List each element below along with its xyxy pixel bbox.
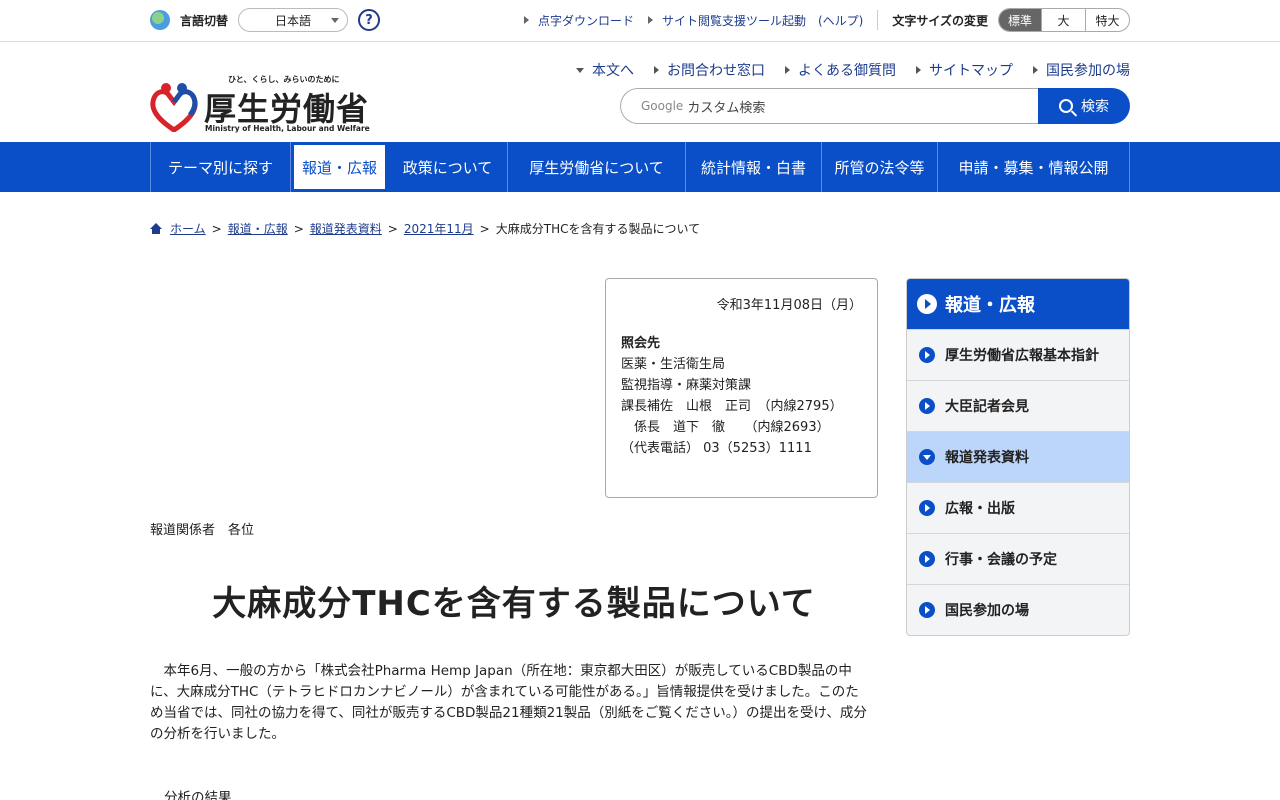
google-label: Google	[641, 99, 684, 113]
search-placeholder: カスタム検索	[687, 100, 766, 116]
breadcrumb-current: 大麻成分THCを含有する製品について	[495, 222, 701, 236]
mhlw-logo-icon	[150, 83, 198, 132]
nav-item-laws[interactable]: 所管の法令等	[822, 142, 938, 192]
breadcrumb: ホーム > 報道・広報 > 報道発表資料 > 2021年11月 > 大麻成分TH…	[150, 220, 700, 237]
arrow-right-icon	[654, 66, 659, 74]
language-select[interactable]: 日本語	[238, 8, 349, 32]
utility-links: 点字ダウンロード サイト閲覧支援ツール起動 (ヘルプ) 文字サイズの変更 標準 …	[510, 8, 1130, 32]
search-button[interactable]: 検索	[1038, 88, 1130, 124]
breadcrumb-month[interactable]: 2021年11月	[404, 220, 474, 237]
arrow-circle-down-icon	[919, 449, 935, 465]
search-button-label: 検索	[1081, 99, 1109, 115]
home-icon	[150, 223, 162, 234]
chevron-down-icon	[331, 18, 340, 23]
nav-item-about[interactable]: 厚生労働省について	[508, 142, 686, 192]
arrow-circle-icon	[919, 551, 935, 567]
body-paragraph: 本年6月、一般の方から「株式会社Pharma Hemp Japan（所在地：東京…	[150, 663, 867, 742]
addressee: 報道関係者 各位	[150, 523, 255, 538]
side-item-press-releases[interactable]: 報道発表資料	[907, 431, 1129, 482]
arrow-down-icon	[576, 67, 584, 73]
breadcrumb-home[interactable]: ホーム	[170, 220, 206, 237]
page-title: 大麻成分THCを含有する製品について	[212, 584, 816, 624]
side-menu: 報道・広報 厚生労働省広報基本指針 大臣記者会見 報道発表資料 広報・出版 行事…	[906, 278, 1130, 636]
search-icon	[1059, 99, 1073, 113]
arrow-circle-icon	[919, 347, 935, 363]
arrow-right-icon	[1033, 66, 1038, 74]
side-item-participation[interactable]: 国民参加の場	[907, 584, 1129, 635]
global-nav: テーマ別に探す 報道・広報 政策について 厚生労働省について 統計情報・白書 所…	[0, 142, 1280, 192]
header-link-main-content[interactable]: 本文へ	[576, 60, 634, 80]
nav-item-policy[interactable]: 政策について	[388, 142, 508, 192]
accessibility-tool-link[interactable]: サイト閲覧支援ツール起動	[647, 12, 806, 29]
font-size-switch: 標準 大 特大	[998, 8, 1130, 32]
header-link-sitemap[interactable]: サイトマップ	[916, 60, 1013, 80]
contact-line: 課長補佐 山根 正司 （内線2795）	[621, 399, 843, 414]
header-link-contact[interactable]: お問合わせ窓口	[654, 60, 765, 80]
language-select-value: 日本語	[275, 13, 312, 28]
side-item-events[interactable]: 行事・会議の予定	[907, 533, 1129, 584]
utility-bar: 言語切替 日本語 ? 点字ダウンロード サイト閲覧支援ツール起動 (ヘルプ) 文…	[0, 0, 1280, 42]
arrow-circle-icon	[919, 602, 935, 618]
header-links: 本文へ お問合わせ窓口 よくある御質問 サイトマップ 国民参加の場	[556, 60, 1130, 80]
header-link-participation[interactable]: 国民参加の場	[1033, 60, 1130, 80]
logo-english-name: Ministry of Health, Labour and Welfare	[205, 124, 370, 133]
nav-item-applications[interactable]: 申請・募集・情報公開	[938, 142, 1130, 192]
breadcrumb-press-releases[interactable]: 報道発表資料	[310, 220, 382, 237]
font-size-label: 文字サイズの変更	[892, 13, 988, 28]
help-icon[interactable]: ?	[358, 9, 381, 31]
font-size-xlarge-button[interactable]: 特大	[1085, 9, 1129, 31]
nav-item-statistics[interactable]: 統計情報・白書	[686, 142, 822, 192]
font-size-large-button[interactable]: 大	[1041, 9, 1085, 31]
contact-line: 係長 道下 徹 （内線2693）	[621, 420, 830, 435]
arrow-right-icon	[785, 66, 790, 74]
contact-line: 監視指導・麻薬対策課	[621, 378, 752, 393]
global-nav-inner: テーマ別に探す 報道・広報 政策について 厚生労働省について 統計情報・白書 所…	[150, 142, 1130, 192]
breadcrumb-separator: >	[211, 221, 222, 236]
arrow-circle-icon	[919, 500, 935, 516]
arrow-circle-icon	[919, 398, 935, 414]
globe-icon	[150, 10, 170, 30]
side-item-pr-guideline[interactable]: 厚生労働省広報基本指針	[907, 329, 1129, 380]
section-heading: 分析の結果	[164, 790, 232, 800]
braille-download-link[interactable]: 点字ダウンロード	[523, 12, 634, 29]
divider	[877, 10, 879, 30]
nav-item-press[interactable]: 報道・広報	[291, 142, 388, 192]
nav-item-themes[interactable]: テーマ別に探す	[151, 142, 291, 192]
breadcrumb-separator: >	[387, 221, 398, 236]
site-logo[interactable]: ひと、くらし、みらいのために 厚生労働省 Ministry of Health,…	[150, 74, 370, 134]
accessibility-help-link[interactable]: (ヘルプ)	[818, 12, 863, 29]
font-size-standard-button[interactable]: 標準	[999, 9, 1041, 31]
arrow-right-icon	[647, 16, 653, 24]
arrow-right-icon	[523, 16, 529, 24]
release-date: 令和3年11月08日（月）	[716, 298, 862, 313]
search-input[interactable]: Google カスタム検索	[620, 88, 1040, 124]
language-label: 言語切替	[180, 13, 229, 28]
utility-inner: 言語切替 日本語 ? 点字ダウンロード サイト閲覧支援ツール起動 (ヘルプ) 文…	[150, 0, 1130, 40]
header-link-faq[interactable]: よくある御質問	[785, 60, 896, 80]
arrow-circle-icon	[917, 294, 937, 314]
contact-heading: 照会先	[621, 336, 661, 351]
side-item-press-conference[interactable]: 大臣記者会見	[907, 380, 1129, 431]
breadcrumb-separator: >	[479, 221, 490, 236]
side-item-publications[interactable]: 広報・出版	[907, 482, 1129, 533]
contact-line: 医薬・生活衛生局	[621, 357, 726, 372]
side-menu-heading[interactable]: 報道・広報	[907, 279, 1129, 329]
contact-box: 令和3年11月08日（月） 照会先 医薬・生活衛生局 監視指導・麻薬対策課 課長…	[605, 278, 878, 498]
contact-line: （代表電話） 03（5253）1111	[621, 441, 812, 456]
breadcrumb-separator: >	[293, 221, 304, 236]
breadcrumb-press[interactable]: 報道・広報	[228, 220, 288, 237]
arrow-right-icon	[916, 66, 921, 74]
